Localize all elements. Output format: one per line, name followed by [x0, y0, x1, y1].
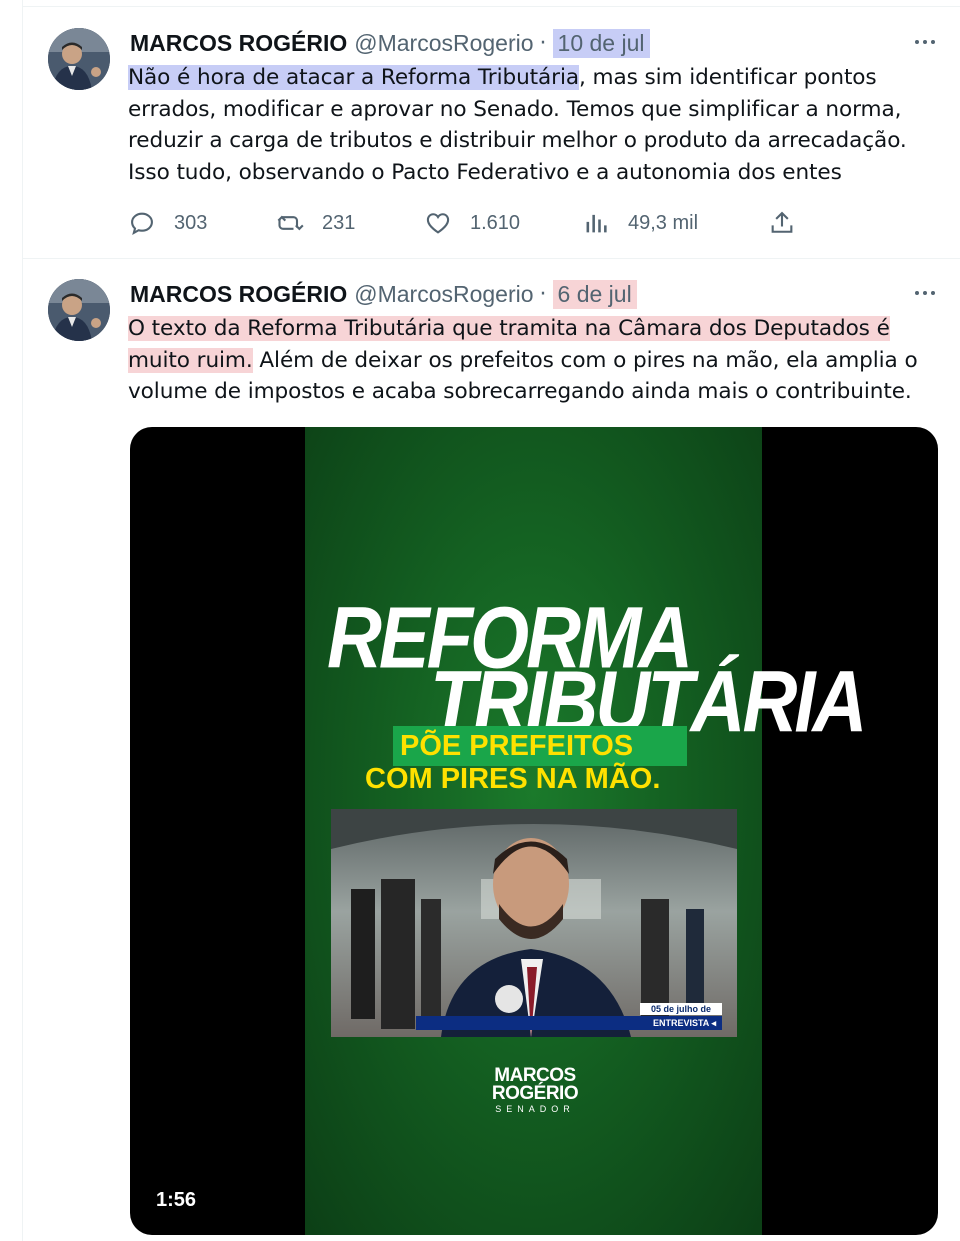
avatar[interactable] — [48, 28, 110, 90]
more-dots-icon[interactable] — [910, 32, 940, 52]
tweet-date[interactable]: 6 de jul — [552, 279, 637, 309]
poster-subtitle-line2: COM PIRES NA MÃO. — [365, 763, 661, 795]
divider — [22, 6, 960, 7]
retweet-button[interactable]: 231 — [276, 205, 355, 241]
tweet-actions: 303 231 1.610 49,3 mil — [128, 205, 808, 241]
separator: · — [539, 281, 547, 307]
divider — [22, 258, 960, 259]
share-button[interactable] — [768, 205, 796, 241]
heart-icon — [426, 213, 450, 234]
video-player[interactable]: REFORMA TRIBUTÁRIA PÕE PREFEITOS COM PIR… — [130, 427, 938, 1235]
author-name[interactable]: MARCOS ROGÉRIO — [130, 30, 347, 57]
brand-line3: SENADOR — [495, 1104, 575, 1114]
like-count: 1.610 — [470, 211, 521, 234]
tweet-header: MARCOS ROGÉRIO @MarcosRogerio · 10 de ju… — [130, 28, 650, 58]
interview-clip: 05 de julho de 2023 ENTREVISTA ◂ — [331, 809, 737, 1037]
tweet-date[interactable]: 10 de jul — [552, 28, 650, 58]
clip-tag-label: ENTREVISTA ◂ — [416, 1016, 722, 1030]
like-button[interactable]: 1.610 — [424, 205, 520, 241]
views-button[interactable]: 49,3 mil — [582, 205, 698, 241]
author-name[interactable]: MARCOS ROGÉRIO — [130, 281, 347, 308]
share-icon — [771, 211, 793, 233]
reply-icon — [131, 212, 153, 236]
retweet-count: 231 — [322, 211, 356, 234]
reply-count: 303 — [174, 211, 208, 234]
avatar[interactable] — [48, 279, 110, 341]
poster-subtitle-line1: PÕE PREFEITOS — [400, 730, 634, 762]
more-dots-icon[interactable] — [910, 283, 940, 303]
video-duration: 1:56 — [156, 1189, 197, 1211]
highlighted-text: Não é hora de atacar a Reforma Tributári… — [128, 65, 579, 90]
video-poster: REFORMA TRIBUTÁRIA PÕE PREFEITOS COM PIR… — [305, 427, 867, 1235]
separator: · — [539, 30, 547, 56]
tweet-header: MARCOS ROGÉRIO @MarcosRogerio · 6 de jul — [130, 279, 637, 309]
reply-button[interactable]: 303 — [128, 205, 207, 241]
clip-date-label: 05 de julho de 2023 — [640, 1003, 722, 1026]
tweet-text: O texto da Reforma Tributária que tramit… — [128, 313, 920, 408]
retweet-icon — [277, 215, 304, 231]
author-handle[interactable]: @MarcosRogerio — [354, 30, 533, 57]
views-chart-icon — [586, 214, 607, 233]
view-count: 49,3 mil — [628, 211, 699, 234]
brand-logo: MARCOS ROGÉRIO SENADOR — [489, 1066, 581, 1115]
brand-line2: ROGÉRIO — [491, 1083, 579, 1104]
author-handle[interactable]: @MarcosRogerio — [354, 281, 533, 308]
tweet-text: Não é hora de atacar a Reforma Tributári… — [128, 62, 928, 188]
